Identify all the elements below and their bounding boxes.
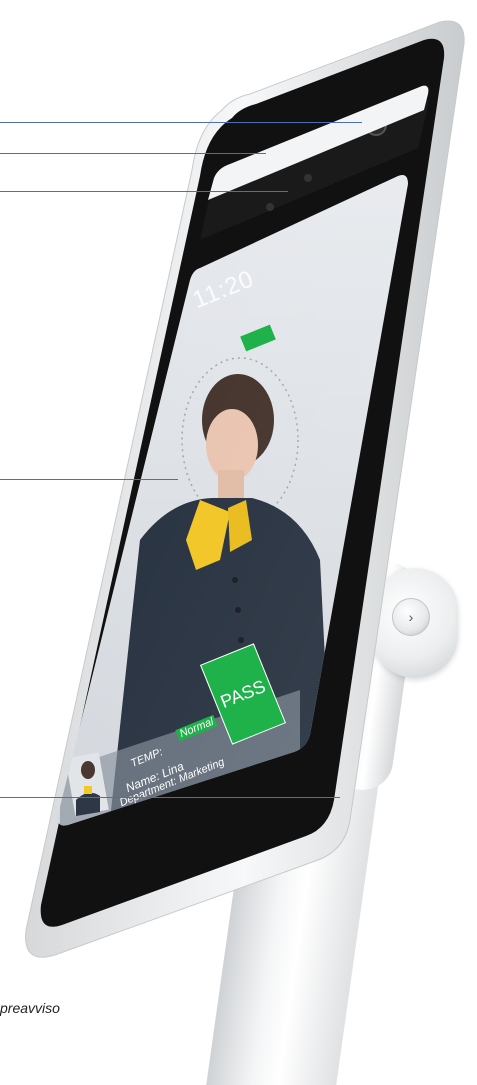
annotation-line-display bbox=[0, 797, 340, 798]
annotation-line-camera bbox=[0, 122, 362, 123]
annotation-line-light bbox=[0, 153, 266, 154]
product-illustration: › 11:20 TEMP: Normal Name: Lina Departme… bbox=[0, 0, 477, 1085]
footnote-text: preavviso bbox=[0, 1000, 60, 1016]
annotation-line-sensor bbox=[0, 191, 288, 192]
device bbox=[25, 20, 465, 958]
ir-sensor-icon bbox=[304, 174, 312, 182]
annotation-line-face bbox=[0, 479, 178, 480]
